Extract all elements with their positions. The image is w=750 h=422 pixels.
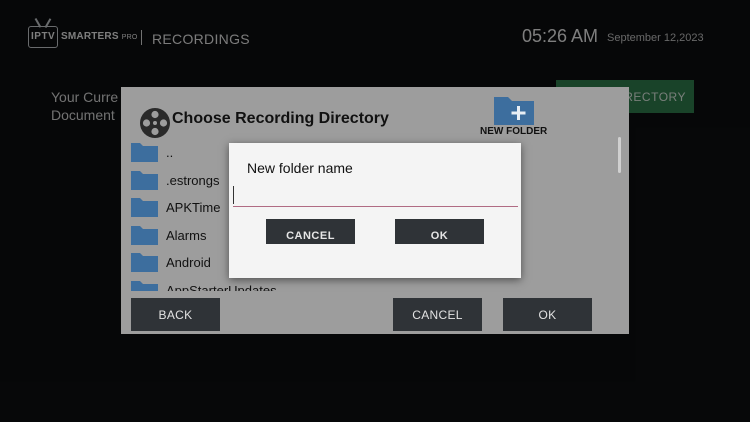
new-folder-dialog-title: New folder name: [247, 160, 353, 176]
folder-name: Alarms: [166, 227, 207, 243]
folder-icon: [131, 280, 158, 291]
folder-name: ..: [166, 145, 174, 160]
folder-name: APKTime: [166, 200, 221, 215]
new-folder-dialog: New folder name CANCEL OK: [229, 143, 521, 278]
folder-name: Android: [166, 255, 211, 270]
new-folder-ok-button[interactable]: OK: [395, 219, 484, 244]
folder-icon: [131, 253, 158, 272]
new-folder-label: NEW FOLDER: [480, 126, 548, 137]
ok-button[interactable]: OK: [503, 298, 592, 331]
new-folder-cancel-button[interactable]: CANCEL: [266, 219, 355, 244]
folder-icon: [131, 143, 158, 162]
folder-name: .estrongs: [166, 172, 220, 188]
new-folder-button[interactable]: NEW FOLDER: [477, 93, 549, 139]
dialog-title: Choose Recording Directory: [172, 110, 389, 127]
cancel-button[interactable]: CANCEL: [393, 298, 482, 331]
folder-icon: [131, 170, 158, 190]
list-item[interactable]: AppStarterUpdates: [131, 277, 611, 292]
folder-name-input[interactable]: [233, 183, 518, 207]
film-reel-icon: [140, 108, 170, 138]
list-scrollbar[interactable]: [618, 137, 621, 173]
add-folder-icon: [494, 97, 534, 125]
folder-icon: [131, 198, 158, 217]
folder-icon: [131, 225, 158, 245]
folder-name: AppStarterUpdates: [166, 282, 277, 292]
back-button[interactable]: BACK: [131, 298, 220, 331]
text-cursor: [233, 186, 234, 204]
